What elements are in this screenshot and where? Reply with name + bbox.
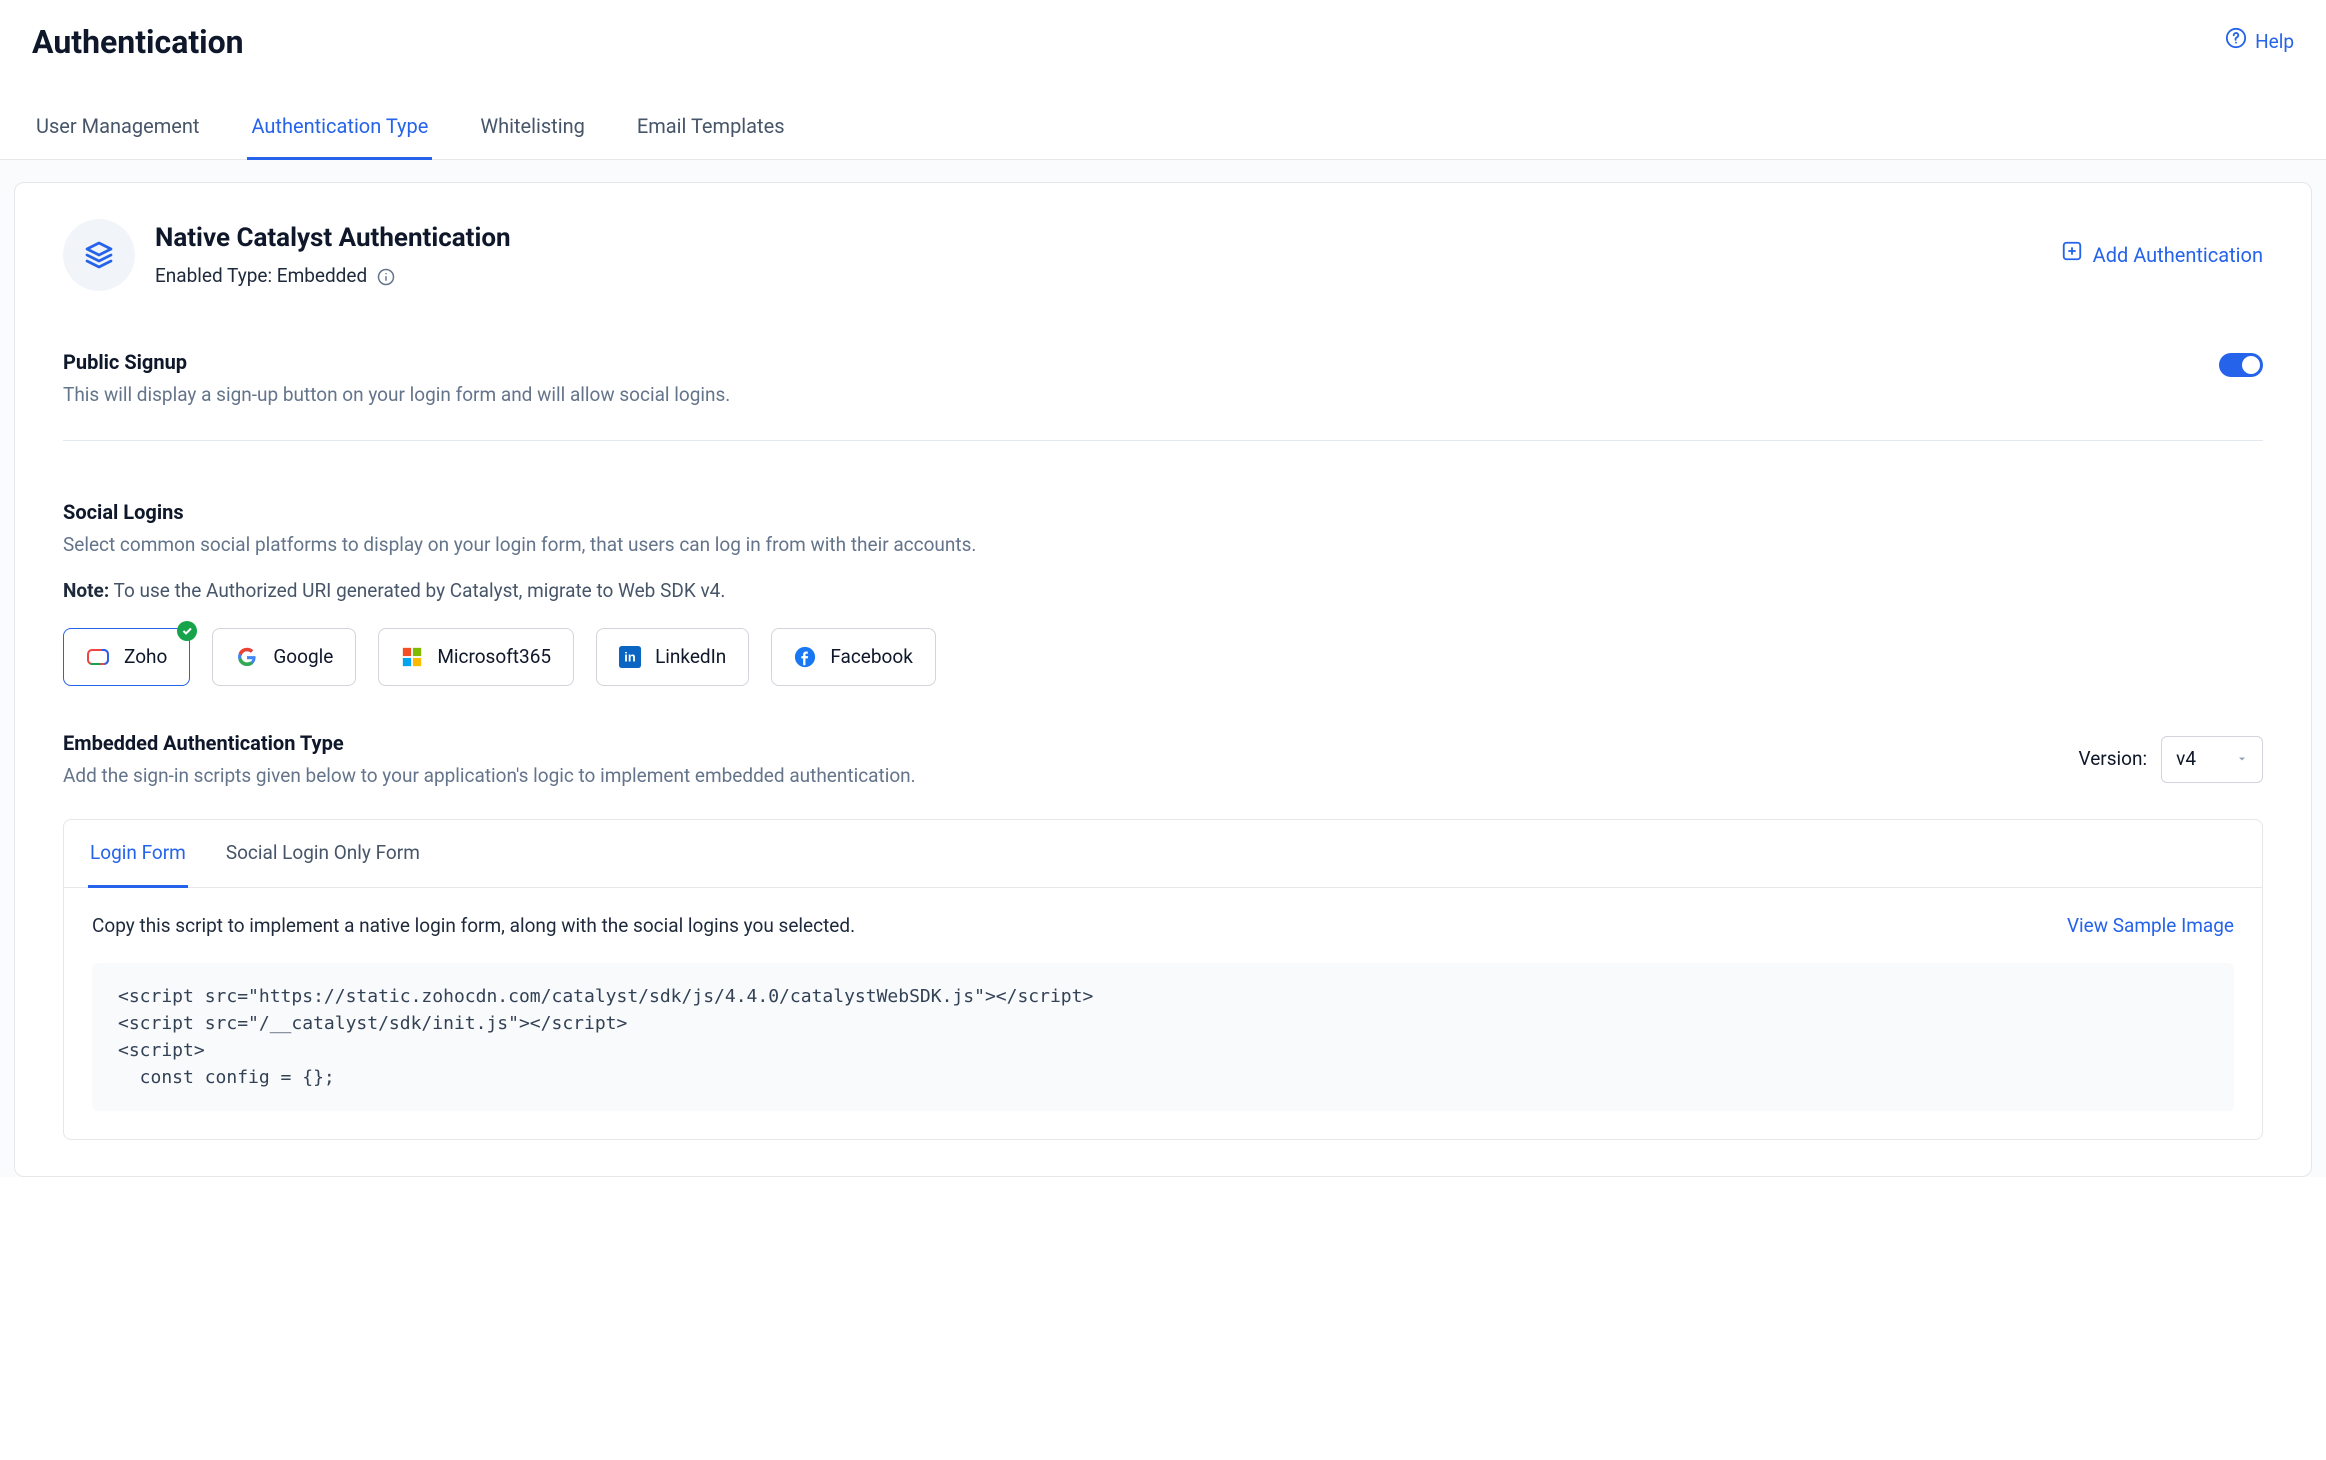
- social-microsoft365[interactable]: Microsoft365: [378, 628, 574, 687]
- social-chip-label: Google: [273, 643, 333, 672]
- public-signup-title: Public Signup: [63, 347, 730, 377]
- social-chip-label: Facebook: [830, 643, 913, 672]
- code-snippet[interactable]: <script src="https://static.zohocdn.com/…: [92, 963, 2234, 1111]
- tab-email-templates[interactable]: Email Templates: [633, 97, 789, 160]
- view-sample-image-link[interactable]: View Sample Image: [2067, 912, 2234, 941]
- tab-whitelisting[interactable]: Whitelisting: [476, 97, 589, 160]
- main-tabs: User Management Authentication Type Whitel…: [0, 96, 2326, 160]
- version-value: v4: [2176, 745, 2196, 774]
- embedded-title: Embedded Authentication Type: [63, 728, 916, 758]
- tab-user-management[interactable]: User Management: [32, 97, 203, 160]
- add-authentication-label: Add Authentication: [2093, 240, 2263, 270]
- public-signup-toggle[interactable]: [2219, 353, 2263, 377]
- social-zoho[interactable]: Zoho: [63, 628, 190, 687]
- native-catalyst-icon: [63, 219, 135, 291]
- svg-text:in: in: [624, 649, 636, 664]
- note-label: Note:: [63, 579, 109, 602]
- add-authentication-button[interactable]: Add Authentication: [2061, 240, 2263, 270]
- page-title: Authentication: [32, 18, 244, 66]
- help-link[interactable]: Help: [2225, 27, 2294, 58]
- note-text: To use the Authorized URI generated by C…: [109, 579, 725, 602]
- help-label: Help: [2255, 28, 2294, 57]
- enabled-type-text: Enabled Type: Embedded: [155, 262, 367, 291]
- google-icon: [235, 645, 259, 669]
- info-icon[interactable]: [377, 268, 395, 286]
- plus-square-icon: [2061, 240, 2083, 270]
- public-signup-desc: This will display a sign-up button on yo…: [63, 381, 730, 410]
- version-select[interactable]: v4: [2161, 736, 2263, 783]
- social-google[interactable]: Google: [212, 628, 356, 687]
- social-logins-desc: Select common social platforms to displa…: [63, 531, 2263, 560]
- social-chip-label: Microsoft365: [437, 643, 551, 672]
- version-label: Version:: [2079, 745, 2148, 774]
- login-form-desc: Copy this script to implement a native l…: [92, 912, 855, 941]
- auth-card-title: Native Catalyst Authentication: [155, 219, 511, 258]
- linkedin-icon: in: [619, 646, 641, 668]
- social-logins-note: Note: To use the Authorized URI generate…: [63, 577, 2263, 606]
- social-logins-title: Social Logins: [63, 497, 2263, 527]
- code-tab-social-login-only[interactable]: Social Login Only Form: [224, 821, 422, 889]
- facebook-icon: [794, 646, 816, 668]
- social-chip-label: LinkedIn: [655, 643, 726, 672]
- embedded-desc: Add the sign-in scripts given below to y…: [63, 762, 916, 791]
- social-chip-label: Zoho: [124, 643, 167, 672]
- help-icon: [2225, 27, 2247, 58]
- code-tab-login-form[interactable]: Login Form: [88, 821, 188, 889]
- check-icon: [177, 621, 197, 641]
- social-linkedin[interactable]: in LinkedIn: [596, 628, 749, 687]
- chevron-down-icon: [2236, 745, 2248, 774]
- tab-authentication-type[interactable]: Authentication Type: [247, 97, 432, 160]
- social-facebook[interactable]: Facebook: [771, 628, 936, 687]
- zoho-icon: [86, 645, 110, 669]
- microsoft-icon: [401, 646, 423, 668]
